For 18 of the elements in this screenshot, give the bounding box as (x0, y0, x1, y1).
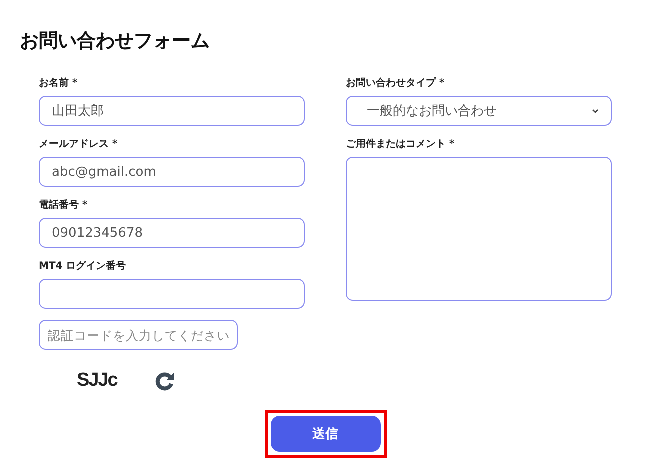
dropdown[interactable]: 一般的なお問い合わせ (346, 96, 612, 126)
field-label: MT4 ログイン番号 (39, 261, 128, 273)
comment-field[interactable] (346, 157, 612, 301)
captcha-field[interactable]: 認証コードを入力してください (39, 320, 238, 350)
form-title: お問い合わせフォーム (20, 29, 210, 54)
input-field[interactable]: 09012345678 (39, 218, 305, 248)
captcha-code: SJJc (77, 370, 118, 392)
input-field[interactable]: abc@gmail.com (39, 157, 305, 187)
input-field[interactable] (39, 279, 305, 309)
field-label: メールアドレス * (39, 139, 119, 151)
chevron-icon (592, 108, 599, 114)
field-label: お問い合わせタイプ * (346, 78, 446, 90)
field-label: お名前 * (39, 78, 79, 90)
refresh-icon[interactable] (155, 371, 176, 391)
submit-button[interactable]: 送信 (270, 416, 380, 452)
field-label: ご用件またはコメント * (346, 139, 456, 151)
field-label: 電話番号 * (39, 200, 89, 212)
input-field[interactable]: 山田太郎 (39, 96, 305, 126)
